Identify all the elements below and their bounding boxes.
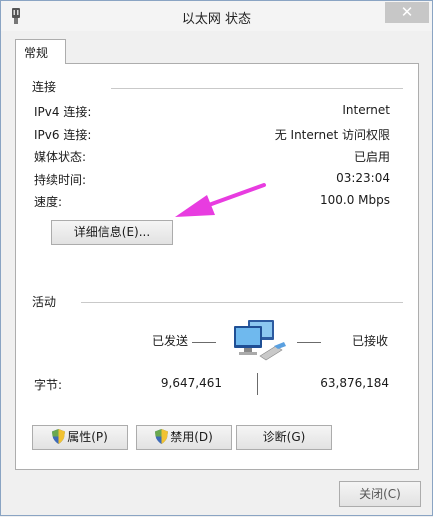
dialog-close-button[interactable]: 关闭(C) bbox=[339, 481, 421, 507]
speed-label: 速度: bbox=[34, 195, 63, 209]
tab-panel: 连接 IPv4 连接: Internet IPv6 连接: 无 Internet… bbox=[15, 63, 419, 470]
duration-value: 03:23:04 bbox=[336, 171, 390, 185]
disable-label: 禁用(D) bbox=[170, 430, 213, 444]
monitors-network-icon bbox=[234, 320, 286, 361]
properties-label: 属性(P) bbox=[67, 430, 108, 444]
window-title: 以太网 状态 bbox=[181, 12, 252, 27]
bytes-received-value: 63,876,184 bbox=[320, 376, 389, 390]
connection-heading: 连接 bbox=[32, 80, 57, 94]
media-state-label: 媒体状态: bbox=[34, 150, 87, 164]
received-line bbox=[297, 342, 321, 343]
sent-line bbox=[192, 342, 216, 343]
disable-button[interactable]: 禁用(D) bbox=[136, 425, 232, 450]
connection-divider bbox=[111, 88, 403, 89]
close-icon[interactable]: ✕ bbox=[385, 2, 429, 23]
uac-shield-icon bbox=[155, 428, 169, 444]
activity-heading: 活动 bbox=[32, 295, 57, 309]
ipv4-value: Internet bbox=[342, 103, 390, 117]
uac-shield-icon bbox=[52, 428, 66, 444]
tab-label: 常规 bbox=[24, 46, 49, 60]
properties-button[interactable]: 属性(P) bbox=[32, 425, 128, 450]
received-label: 已接收 bbox=[351, 334, 388, 348]
bytes-label: 字节: bbox=[34, 378, 63, 392]
sent-label: 已发送 bbox=[151, 334, 188, 348]
ipv6-label: IPv6 连接: bbox=[34, 128, 92, 142]
tab-general[interactable]: 常规 bbox=[15, 39, 66, 64]
activity-separator bbox=[257, 373, 258, 395]
bytes-sent-value: 9,647,461 bbox=[160, 376, 222, 390]
ipv4-label: IPv4 连接: bbox=[34, 105, 92, 119]
speed-value: 100.0 Mbps bbox=[319, 193, 390, 207]
details-button[interactable]: 详细信息(E)... bbox=[51, 220, 173, 245]
title-bar[interactable]: 以太网 状态 ✕ bbox=[1, 1, 432, 31]
activity-divider bbox=[81, 302, 403, 303]
dialog-window: 以太网 状态 ✕ 常规 连接 IPv4 连接: Internet IPv6 连接… bbox=[0, 0, 433, 516]
duration-label: 持续时间: bbox=[34, 173, 87, 187]
media-state-value: 已启用 bbox=[353, 150, 390, 164]
ipv6-value: 无 Internet 访问权限 bbox=[274, 128, 390, 142]
diagnose-button[interactable]: 诊断(G) bbox=[236, 425, 332, 450]
